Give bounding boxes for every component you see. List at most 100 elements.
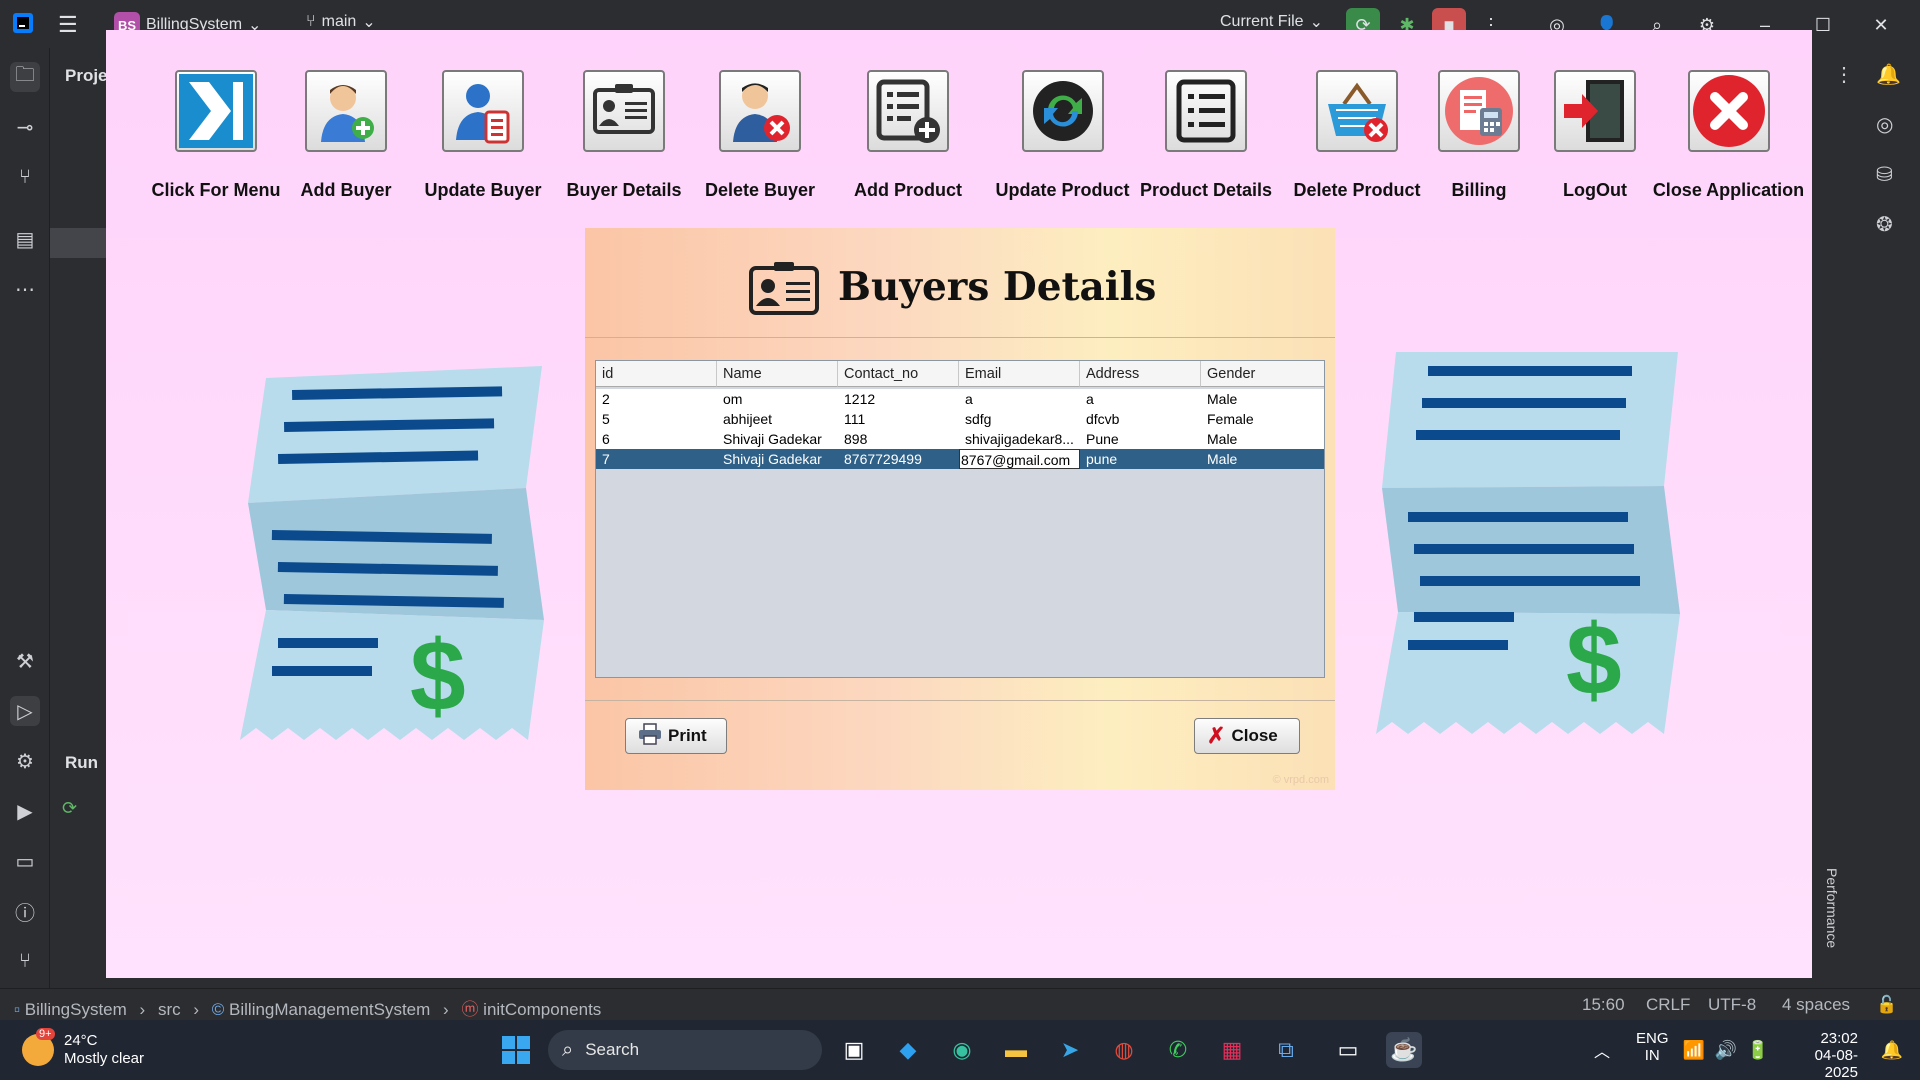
chrome-icon[interactable]: ◍ <box>1106 1032 1142 1068</box>
delete-buyer-icon <box>719 70 801 152</box>
breadcrumb: ▫ BillingSystem › src › © BillingManagem… <box>14 1000 602 1019</box>
cell-address: a <box>1086 391 1094 407</box>
pull-request-icon[interactable]: ⑂ <box>10 162 40 192</box>
run-config-label: Current File <box>1220 13 1304 30</box>
breadcrumb-item[interactable]: initComponents <box>483 1000 601 1019</box>
lock-icon[interactable]: 🔓 <box>1876 995 1897 1015</box>
project-folder-icon[interactable]: 🗀 <box>10 62 40 92</box>
taskbar-search[interactable]: ⌕ Search <box>548 1030 822 1070</box>
indent-setting[interactable]: 4 spaces <box>1782 995 1850 1015</box>
terminal-app-icon[interactable]: ▭ <box>1330 1032 1366 1068</box>
table-row[interactable]: 5 abhijeet 111 sdfg dfcvb Female <box>596 409 1324 429</box>
breadcrumb-item[interactable]: BillingManagementSystem <box>229 1000 430 1019</box>
chevron-up-icon[interactable]: ︿ <box>1584 1032 1620 1068</box>
whatsapp-icon[interactable]: ✆ <box>1160 1032 1196 1068</box>
product-details-icon <box>1165 70 1247 152</box>
column-header[interactable]: Contact_no <box>838 361 959 387</box>
notification-bell-icon[interactable]: 🔔 <box>1874 1032 1910 1068</box>
menu-add-product[interactable]: Add Product <box>843 70 973 201</box>
wifi-icon[interactable]: 📶 <box>1676 1032 1712 1068</box>
telegram-icon[interactable]: ➤ <box>1052 1032 1088 1068</box>
column-header[interactable]: Name <box>717 361 838 387</box>
menu-label: Update Buyer <box>424 180 542 200</box>
breadcrumb-item[interactable]: BillingSystem <box>25 1000 127 1019</box>
windows-start-icon[interactable] <box>498 1032 534 1068</box>
cell-id: 6 <box>602 431 610 447</box>
more-icon[interactable]: ⋮ <box>1834 62 1854 87</box>
file-encoding[interactable]: UTF-8 <box>1708 995 1756 1015</box>
column-header[interactable]: Address <box>1080 361 1201 387</box>
add-buyer-icon <box>305 70 387 152</box>
cell-contact: 1212 <box>844 391 876 407</box>
more-tools-icon[interactable]: ⋯ <box>10 274 40 304</box>
terminal-icon[interactable]: ▭ <box>10 846 40 876</box>
run-icon[interactable]: ▷ <box>10 696 40 726</box>
task-view-icon[interactable]: ▣ <box>836 1032 872 1068</box>
branch-selector[interactable]: ⑂ main ⌄ <box>306 12 376 32</box>
close-button[interactable]: ✗ Close <box>1194 718 1300 754</box>
cursor-position[interactable]: 15:60 <box>1582 995 1625 1015</box>
menu-delete-product[interactable]: Delete Product <box>1292 70 1422 201</box>
add-product-icon <box>867 70 949 152</box>
cell-email-editor[interactable]: 8767@gmail.com <box>959 449 1080 469</box>
volume-icon[interactable]: 🔊 <box>1708 1032 1744 1068</box>
java-app-icon[interactable]: ☕ <box>1386 1032 1422 1068</box>
rerun-icon[interactable]: ⟳ <box>62 798 77 819</box>
ssms-icon[interactable]: ⧉ <box>1268 1032 1304 1068</box>
menu-label: Add Buyer <box>300 180 392 200</box>
language-indicator[interactable]: ENG IN <box>1636 1030 1669 1064</box>
intellij-icon[interactable]: ▦ <box>1214 1032 1250 1068</box>
structure-icon[interactable]: ▤ <box>10 224 40 254</box>
git-icon[interactable]: ⑂ <box>10 946 40 976</box>
edge-icon[interactable]: ◉ <box>944 1032 980 1068</box>
menu-add-buyer[interactable]: Add Buyer <box>281 70 411 201</box>
branch-name: main <box>321 13 357 30</box>
menu-update-buyer[interactable]: Update Buyer <box>418 70 548 201</box>
column-header[interactable]: Email <box>959 361 1080 387</box>
table-row[interactable]: 2 om 1212 a a Male <box>596 389 1324 409</box>
battery-icon[interactable]: 🔋 <box>1740 1032 1776 1068</box>
cell-email: sdfg <box>965 411 992 427</box>
table-row[interactable]: 6 Shivaji Gadekar 898 shivajigadekar8...… <box>596 429 1324 449</box>
debug-run-icon[interactable]: ▶ <box>10 796 40 826</box>
breadcrumb-item[interactable]: src <box>158 1000 181 1019</box>
build-icon[interactable]: ⚒ <box>10 646 40 676</box>
cell-contact: 898 <box>844 431 868 447</box>
buyers-details-dialog: Buyers Details id Name Contact_no Email … <box>585 228 1335 790</box>
services-icon[interactable]: ⚙ <box>10 746 40 776</box>
commit-icon[interactable]: ⊸ <box>10 112 40 142</box>
menu-click-for-menu[interactable]: Click For Menu <box>136 70 296 201</box>
menu-close-application[interactable]: Close Application <box>1651 70 1806 201</box>
problems-icon[interactable]: ⓘ <box>10 896 40 926</box>
run-config-selector[interactable]: Current File ⌄ <box>1220 12 1323 32</box>
menu-logout[interactable]: LogOut <box>1540 70 1650 201</box>
file-explorer-icon[interactable]: ▬ <box>998 1032 1034 1068</box>
notifications-icon[interactable]: 🔔 <box>1876 62 1901 87</box>
buyers-table[interactable]: id Name Contact_no Email Address Gender … <box>595 360 1325 678</box>
table-row-selected[interactable]: 7 Shivaji Gadekar 8767729499 8767@gmail.… <box>596 449 1324 469</box>
print-button[interactable]: Print <box>625 718 727 754</box>
column-header[interactable]: id <box>596 361 717 387</box>
update-buyer-icon <box>442 70 524 152</box>
vscode-icon[interactable]: ◆ <box>890 1032 926 1068</box>
project-tree-selection[interactable] <box>50 228 106 258</box>
line-separator[interactable]: CRLF <box>1646 995 1690 1015</box>
menu-update-product[interactable]: Update Product <box>990 70 1135 201</box>
menu-delete-buyer[interactable]: Delete Buyer <box>695 70 825 201</box>
menu-label: Buyer Details <box>566 180 682 200</box>
menu-buyer-details[interactable]: Buyer Details <box>559 70 689 201</box>
menu-billing[interactable]: Billing <box>1424 70 1534 201</box>
class-icon: © <box>211 1000 225 1019</box>
performance-tab[interactable]: Performance <box>1824 868 1840 948</box>
main-menu-icon[interactable]: ☰ <box>58 12 78 38</box>
column-header[interactable]: Gender <box>1201 361 1324 387</box>
cell-gender: Male <box>1207 451 1238 467</box>
close-window-icon[interactable]: ✕ <box>1864 8 1898 42</box>
chevron-down-icon: ⌄ <box>362 14 376 31</box>
clock[interactable]: 23:02 04-08-2025 <box>1786 1030 1858 1080</box>
ai-chat-icon[interactable]: ◎ <box>1876 112 1893 137</box>
menu-product-details[interactable]: Product Details <box>1136 70 1276 201</box>
python-icon[interactable]: ❂ <box>1876 212 1893 237</box>
database-icon[interactable]: ⛁ <box>1876 162 1893 187</box>
update-product-icon <box>1021 70 1104 152</box>
